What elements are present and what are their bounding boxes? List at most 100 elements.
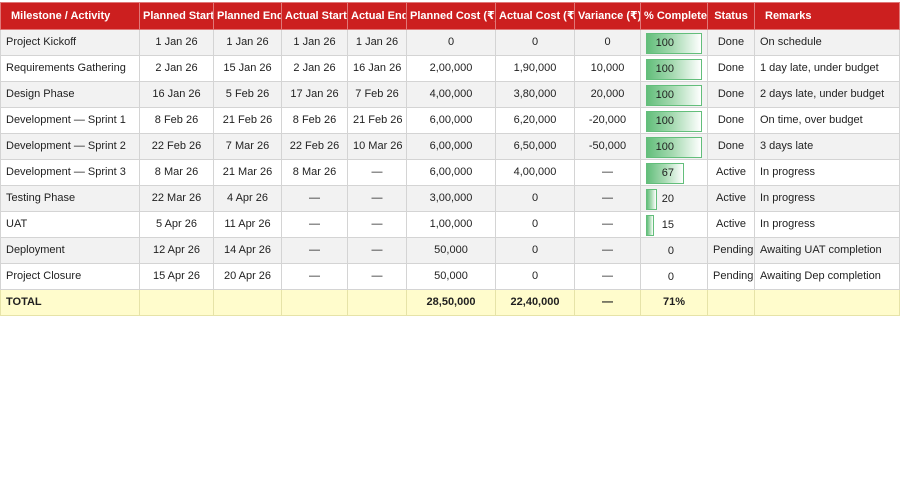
cell-remarks[interactable]: 1 day late, under budget	[754, 55, 900, 82]
cell-actual-start[interactable]: —	[281, 237, 348, 264]
header-planned-cost[interactable]: Planned Cost (₹)	[406, 2, 496, 30]
cell-variance[interactable]: 0	[574, 29, 641, 56]
cell-percent-complete[interactable]: 100	[640, 107, 708, 134]
cell-planned-cost[interactable]: 50,000	[406, 263, 496, 290]
cell-status[interactable]: Active	[707, 159, 755, 186]
cell-planned-cost[interactable]: 6,00,000	[406, 133, 496, 160]
cell-planned-start[interactable]: 5 Apr 26	[139, 211, 214, 238]
cell-actual-end[interactable]: —	[347, 211, 407, 238]
cell-status[interactable]: Active	[707, 211, 755, 238]
header-actual-end[interactable]: Actual End	[347, 2, 407, 30]
cell-variance[interactable]: 10,000	[574, 55, 641, 82]
cell-percent-complete[interactable]: 0	[640, 263, 708, 290]
cell-actual-start[interactable]: 8 Mar 26	[281, 159, 348, 186]
cell-planned-end[interactable]: 4 Apr 26	[213, 185, 282, 212]
cell-actual-cost[interactable]: 6,50,000	[495, 133, 575, 160]
cell-remarks[interactable]: In progress	[754, 185, 900, 212]
cell-status[interactable]: Done	[707, 133, 755, 160]
cell-status[interactable]: Active	[707, 185, 755, 212]
cell-variance[interactable]: —	[574, 211, 641, 238]
cell-variance[interactable]: —	[574, 159, 641, 186]
cell-planned-end[interactable]: 1 Jan 26	[213, 29, 282, 56]
cell-planned-cost[interactable]: 1,00,000	[406, 211, 496, 238]
cell-actual-end[interactable]: 16 Jan 26	[347, 55, 407, 82]
cell-planned-start[interactable]: 8 Mar 26	[139, 159, 214, 186]
cell-planned-cost[interactable]: 0	[406, 29, 496, 56]
cell-planned-end[interactable]: 11 Apr 26	[213, 211, 282, 238]
table-row[interactable]: Deployment 12 Apr 26 14 Apr 26— —50,000 0—0 P…	[0, 237, 900, 264]
cell-variance[interactable]: 20,000	[574, 81, 641, 108]
cell-actual-cost[interactable]: 3,80,000	[495, 81, 575, 108]
cell-planned-cost[interactable]: 50,000	[406, 237, 496, 264]
table-row[interactable]: Project Kickoff 1 Jan 26 1 Jan 26 1 Jan 26 1…	[0, 29, 900, 56]
cell-actual-cost[interactable]: 6,20,000	[495, 107, 575, 134]
cell-variance[interactable]: —	[574, 185, 641, 212]
cell-actual-start[interactable]: 8 Feb 26	[281, 107, 348, 134]
cell-planned-start[interactable]: 16 Jan 26	[139, 81, 214, 108]
cell-milestone[interactable]: Development — Sprint 3	[0, 159, 140, 186]
cell-percent-complete[interactable]: 20	[640, 185, 708, 212]
cell-percent-complete[interactable]: 100	[640, 133, 708, 160]
cell-actual-cost[interactable]: 0	[495, 29, 575, 56]
cell-planned-cost[interactable]: 6,00,000	[406, 159, 496, 186]
header-planned-end[interactable]: Planned End	[213, 2, 282, 30]
cell-planned-end[interactable]: 14 Apr 26	[213, 237, 282, 264]
table-row[interactable]: Development — Sprint 38 Mar 26 21 Mar 26 8…	[0, 159, 900, 186]
cell-status[interactable]: Pending	[707, 237, 755, 264]
cell-actual-end[interactable]: —	[347, 185, 407, 212]
cell-status[interactable]: Done	[707, 81, 755, 108]
header-actual-start[interactable]: Actual Start	[281, 2, 348, 30]
cell-milestone[interactable]: Development — Sprint 2	[0, 133, 140, 160]
cell-remarks[interactable]: In progress	[754, 211, 900, 238]
cell-percent-complete[interactable]: 0	[640, 237, 708, 264]
cell-actual-start[interactable]: 17 Jan 26	[281, 81, 348, 108]
cell-actual-cost[interactable]: 1,90,000	[495, 55, 575, 82]
table-row[interactable]: Project Closure 15 Apr 26 20 Apr 26— —50,00…	[0, 263, 900, 290]
cell-milestone[interactable]: UAT	[0, 211, 140, 238]
cell-milestone[interactable]: Deployment	[0, 237, 140, 264]
cell-remarks[interactable]: On schedule	[754, 29, 900, 56]
cell-variance[interactable]: -50,000	[574, 133, 641, 160]
cell-actual-cost[interactable]: 0	[495, 237, 575, 264]
cell-planned-cost[interactable]: 6,00,000	[406, 107, 496, 134]
header-milestone[interactable]: Milestone / Activity	[0, 2, 140, 30]
cell-planned-start[interactable]: 2 Jan 26	[139, 55, 214, 82]
cell-status[interactable]: Done	[707, 107, 755, 134]
cell-planned-start[interactable]: 8 Feb 26	[139, 107, 214, 134]
table-row[interactable]: Development — Sprint 18 Feb 26 21 Feb 26 8…	[0, 107, 900, 134]
cell-remarks[interactable]: 2 days late, under budget	[754, 81, 900, 108]
cell-actual-cost[interactable]: 4,00,000	[495, 159, 575, 186]
cell-actual-end[interactable]: 7 Feb 26	[347, 81, 407, 108]
cell-milestone[interactable]: Design Phase	[0, 81, 140, 108]
cell-status[interactable]: Done	[707, 29, 755, 56]
cell-variance[interactable]: —	[574, 237, 641, 264]
table-row[interactable]: Testing Phase 22 Mar 26 4 Apr 26— —3,00,000…	[0, 185, 900, 212]
cell-planned-end[interactable]: 7 Mar 26	[213, 133, 282, 160]
header-actual-cost[interactable]: Actual Cost (₹)	[495, 2, 575, 30]
cell-planned-start[interactable]: 15 Apr 26	[139, 263, 214, 290]
header-variance[interactable]: Variance (₹)	[574, 2, 641, 30]
cell-milestone[interactable]: Project Kickoff	[0, 29, 140, 56]
cell-status[interactable]: Pending	[707, 263, 755, 290]
cell-percent-complete[interactable]: 67	[640, 159, 708, 186]
cell-actual-end[interactable]: —	[347, 159, 407, 186]
cell-actual-end[interactable]: —	[347, 237, 407, 264]
cell-planned-cost[interactable]: 4,00,000	[406, 81, 496, 108]
cell-percent-complete[interactable]: 100	[640, 29, 708, 56]
table-row[interactable]: Development — Sprint 2 22 Feb 26 7 Mar 26 2…	[0, 133, 900, 160]
cell-remarks[interactable]: 3 days late	[754, 133, 900, 160]
cell-actual-end[interactable]: 21 Feb 26	[347, 107, 407, 134]
cell-status[interactable]: Done	[707, 55, 755, 82]
table-row[interactable]: Requirements Gathering 2 Jan 26 15 Jan 26 2…	[0, 55, 900, 82]
table-row[interactable]: UAT 5 Apr 26 11 Apr 26— —1,00,000 0—15 Active…	[0, 211, 900, 238]
cell-milestone[interactable]: Project Closure	[0, 263, 140, 290]
cell-actual-start[interactable]: 22 Feb 26	[281, 133, 348, 160]
cell-planned-start[interactable]: 12 Apr 26	[139, 237, 214, 264]
cell-percent-complete[interactable]: 15	[640, 211, 708, 238]
cell-variance[interactable]: -20,000	[574, 107, 641, 134]
cell-remarks[interactable]: Awaiting UAT completion	[754, 237, 900, 264]
header-percent-complete[interactable]: % Complete	[640, 2, 708, 30]
cell-planned-end[interactable]: 20 Apr 26	[213, 263, 282, 290]
cell-remarks[interactable]: In progress	[754, 159, 900, 186]
cell-milestone[interactable]: Requirements Gathering	[0, 55, 140, 82]
